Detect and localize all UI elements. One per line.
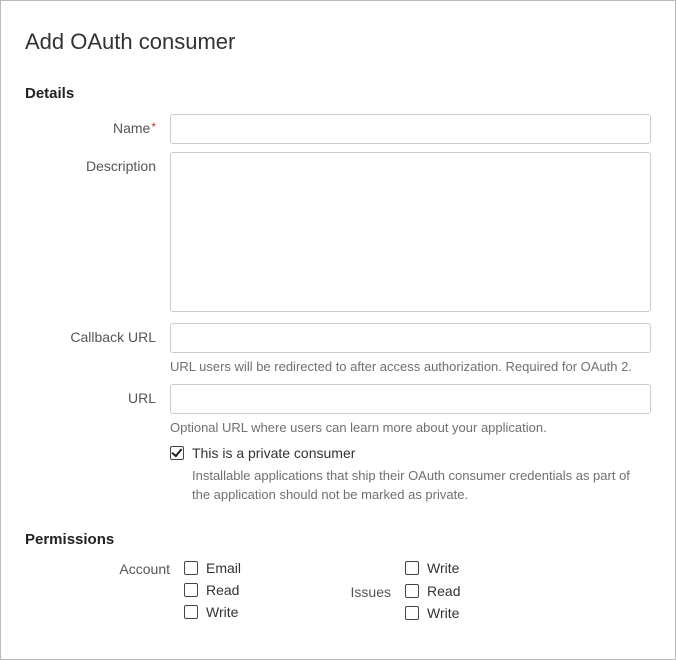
permissions-area: Account Email Read Write x xyxy=(25,560,651,621)
perm-account-email-checkbox[interactable] xyxy=(184,561,198,575)
perm-issues-write-label: Write xyxy=(427,605,459,621)
perm-account-read: Read xyxy=(184,582,241,598)
private-consumer-label: This is a private consumer xyxy=(192,445,355,461)
label-name: Name* xyxy=(25,114,170,136)
perm-group-issues: Issues Read Write xyxy=(341,583,460,621)
row-description: Description xyxy=(25,152,651,315)
oauth-consumer-form: Add OAuth consumer Details Name* Descrip… xyxy=(0,0,676,660)
row-url: URL Optional URL where users can learn m… xyxy=(25,384,651,437)
page-title: Add OAuth consumer xyxy=(25,29,651,55)
perm-account-write-checkbox[interactable] xyxy=(184,605,198,619)
label-callback-url: Callback URL xyxy=(25,323,170,345)
perm-account-write-label: Write xyxy=(206,604,238,620)
url-help: Optional URL where users can learn more … xyxy=(170,419,651,437)
perm-col2-write-checkbox[interactable] xyxy=(405,561,419,575)
section-permissions-title: Permissions xyxy=(25,531,651,548)
label-url: URL xyxy=(25,384,170,406)
perm-account-read-checkbox[interactable] xyxy=(184,583,198,597)
required-asterisk-icon: * xyxy=(151,120,156,134)
perm-col2-write: Write xyxy=(405,560,459,576)
callback-url-help: URL users will be redirected to after ac… xyxy=(170,358,651,376)
perm-account-email-label: Email xyxy=(206,560,241,576)
perm-col2-write-label: Write xyxy=(427,560,459,576)
private-consumer-help: Installable applications that ship their… xyxy=(192,467,632,505)
perm-issues-read-checkbox[interactable] xyxy=(405,584,419,598)
perm-account-read-label: Read xyxy=(206,582,239,598)
section-details-title: Details xyxy=(25,85,651,102)
private-consumer-checkbox[interactable] xyxy=(170,446,184,460)
perm-label-account: Account xyxy=(25,560,170,577)
perm-account-email: Email xyxy=(184,560,241,576)
row-private-consumer: This is a private consumer Installable a… xyxy=(25,445,651,505)
label-name-text: Name xyxy=(113,120,150,136)
perm-issues-write-checkbox[interactable] xyxy=(405,606,419,620)
perm-label-issues: Issues xyxy=(341,583,391,600)
row-name: Name* xyxy=(25,114,651,144)
perm-issues-write: Write xyxy=(405,605,460,621)
url-input[interactable] xyxy=(170,384,651,414)
callback-url-input[interactable] xyxy=(170,323,651,353)
description-input[interactable] xyxy=(170,152,651,312)
perm-account-write: Write xyxy=(184,604,241,620)
label-description: Description xyxy=(25,152,170,174)
perm-group-col2top: x Write xyxy=(341,560,460,577)
perm-issues-read-label: Read xyxy=(427,583,460,599)
name-input[interactable] xyxy=(170,114,651,144)
row-callback-url: Callback URL URL users will be redirecte… xyxy=(25,323,651,376)
perm-issues-read: Read xyxy=(405,583,460,599)
perm-col-right: x Write Issues Read W xyxy=(341,560,460,621)
perm-group-account: Account Email Read Write xyxy=(25,560,241,621)
